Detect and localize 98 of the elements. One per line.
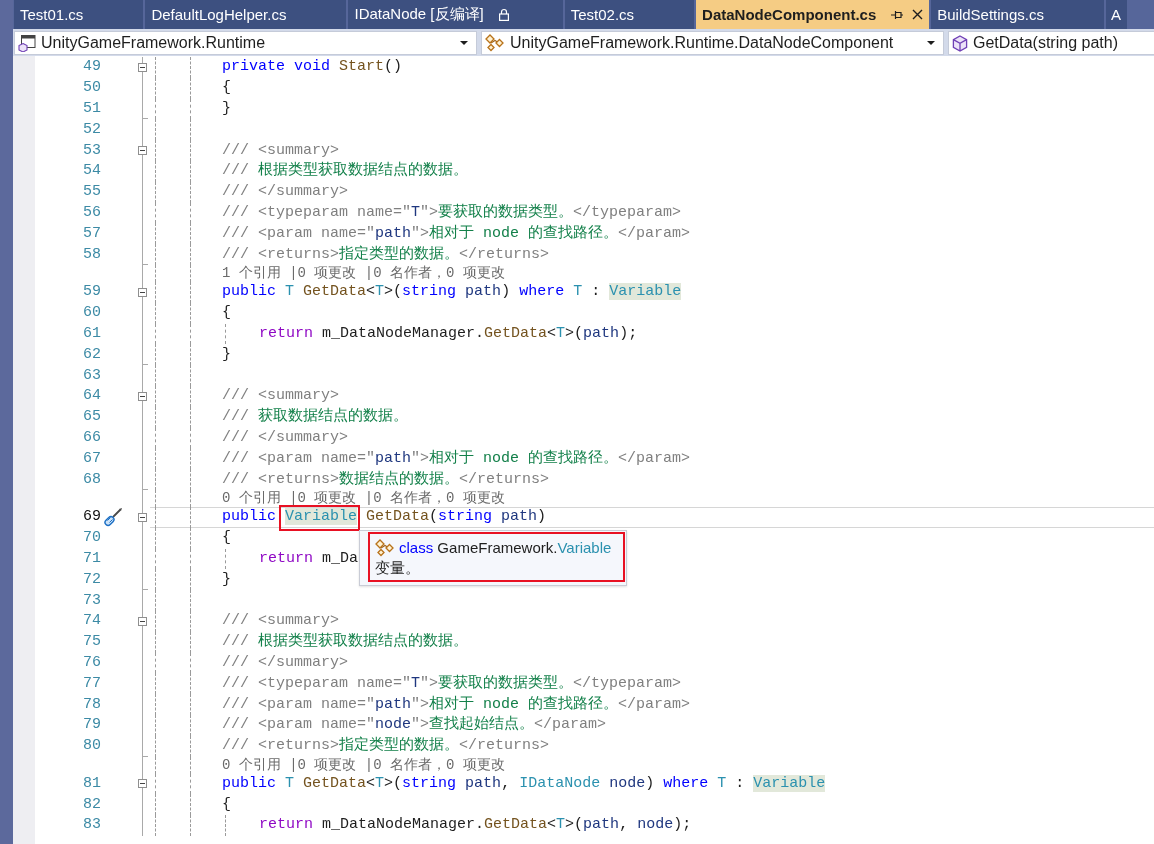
class-icon — [485, 34, 505, 52]
code-line: /// <returns>指定类型的数据。</returns> — [222, 244, 550, 265]
line-number: 82 — [83, 794, 101, 815]
code-line: { — [222, 303, 231, 324]
file-tab[interactable]: IDataNode [反编译] — [348, 0, 563, 29]
screwdriver-icon[interactable] — [103, 507, 123, 528]
code-line: { — [222, 528, 231, 549]
code-line: /// <param name="path">相对于 node 的查找路径。</param> — [222, 448, 691, 469]
line-number: 63 — [83, 365, 101, 386]
code-line: /// <param name="path">相对于 node 的查找路径。</param> — [222, 694, 691, 715]
line-number: 83 — [83, 815, 101, 836]
line-number: 66 — [83, 427, 101, 448]
navigation-dropdown[interactable]: UnityGameFramework.Runtime.DataNodeComponent — [481, 31, 944, 55]
code-line: } — [222, 569, 231, 590]
line-number: 62 — [83, 344, 101, 365]
code-line: /// <returns>数据结点的数据。</returns> — [222, 469, 550, 490]
codelens-info[interactable]: 1 个引用 |0 项更改 |0 名作者，0 项更改 — [222, 265, 505, 282]
collapse-icon[interactable] — [138, 616, 147, 626]
code-line: /// <summary> — [222, 611, 340, 632]
project-icon — [18, 34, 36, 52]
pin-icon[interactable] — [891, 9, 904, 20]
code-line: { — [222, 78, 231, 99]
file-tab[interactable]: A — [1106, 0, 1127, 29]
line-number: 79 — [83, 715, 101, 736]
codelens-info[interactable]: 0 个引用 |0 项更改 |0 名作者，0 项更改 — [222, 757, 505, 773]
caret-icon[interactable] — [460, 41, 468, 45]
codelens-info[interactable]: 0 个引用 |0 项更改 |0 名作者，0 项更改 — [222, 490, 505, 507]
line-number: 78 — [83, 694, 101, 715]
code-line: /// <param name="path">相对于 node 的查找路径。</param> — [222, 223, 691, 244]
code-line: { — [222, 794, 231, 815]
line-number: 80 — [83, 736, 101, 757]
line-number: 60 — [83, 303, 101, 324]
code-line: } — [222, 344, 231, 365]
file-tab[interactable]: Test01.cs — [14, 0, 144, 29]
line-number: 57 — [83, 223, 101, 244]
line-number: 67 — [83, 448, 101, 469]
line-number: 52 — [83, 119, 101, 140]
code-line: /// <typeparam name="T">要获取的数据类型。</typeparam> — [222, 673, 682, 694]
file-tab[interactable]: DefaultLogHelper.cs — [145, 0, 347, 29]
line-number: 65 — [83, 407, 101, 428]
line-number: 53 — [83, 140, 101, 161]
caret-icon[interactable] — [927, 41, 935, 45]
code-line: /// 根据类型获取数据结点的数据。 — [222, 632, 468, 653]
collapse-icon[interactable] — [138, 146, 147, 156]
collapse-icon[interactable] — [138, 512, 147, 522]
line-number: 64 — [83, 386, 101, 407]
line-number: 49 — [83, 57, 101, 78]
navigation-dropdown[interactable]: UnityGameFramework.Runtime — [14, 31, 477, 55]
collapse-icon[interactable] — [138, 391, 147, 401]
code-line: /// <typeparam name="T">要获取的数据类型。</typeparam> — [222, 202, 682, 223]
code-line: /// 根据类型获取数据结点的数据。 — [222, 161, 468, 182]
line-number: 51 — [83, 99, 101, 119]
tooltip-description: 变量。 — [375, 557, 420, 578]
file-tab[interactable]: Test02.cs — [564, 0, 695, 29]
code-line: /// <summary> — [222, 140, 340, 161]
code-line: } — [222, 99, 231, 119]
line-number: 73 — [83, 590, 101, 611]
code-line: return m_Da — [259, 548, 359, 569]
line-number: 59 — [83, 282, 101, 303]
line-number: 58 — [83, 244, 101, 265]
line-number: 71 — [83, 548, 101, 569]
code-line: /// 获取数据结点的数据。 — [222, 407, 408, 428]
file-tab[interactable]: DataNodeComponent.cs — [696, 0, 930, 29]
method-icon — [952, 34, 968, 52]
line-number: 72 — [83, 569, 101, 590]
line-number: 76 — [83, 652, 101, 673]
collapse-icon[interactable] — [138, 287, 147, 297]
line-number: 68 — [83, 469, 101, 490]
code-line: /// </summary> — [222, 182, 349, 203]
navigation-dropdown[interactable]: GetData(string path) — [948, 31, 1154, 55]
file-tab[interactable]: BuildSettings.cs — [931, 0, 1104, 29]
line-number: 56 — [83, 202, 101, 223]
line-number: 55 — [83, 182, 101, 203]
line-number: 69 — [83, 507, 101, 528]
code-line: /// </summary> — [222, 652, 349, 673]
code-line: public T GetData<T>(string path) where T : Variable — [222, 282, 682, 303]
code-line: private void Start() — [222, 57, 403, 78]
line-number: 54 — [83, 161, 101, 182]
line-number: 50 — [83, 78, 101, 99]
line-number: 77 — [83, 673, 101, 694]
code-line: public T GetData<T>(string path, IDataNode node) where T : Variable — [222, 773, 826, 794]
line-number: 75 — [83, 632, 101, 653]
line-number: 81 — [83, 773, 101, 794]
collapse-icon[interactable] — [138, 62, 147, 72]
collapse-icon[interactable] — [138, 779, 147, 789]
code-line: return m_DataNodeManager.GetData<T>(path); — [259, 323, 638, 344]
line-number: 70 — [83, 528, 101, 549]
line-number: 74 — [83, 611, 101, 632]
tooltip-signature: class GameFramework.Variable — [399, 537, 612, 558]
class-icon — [375, 538, 395, 557]
code-line: /// <summary> — [222, 386, 340, 407]
code-line: /// <returns>指定类型的数据。</returns> — [222, 736, 550, 757]
line-number: 61 — [83, 323, 101, 344]
close-icon[interactable] — [912, 9, 924, 20]
code-line: /// <param name="node">查找起始结点。</param> — [222, 715, 607, 736]
code-line: return m_DataNodeManager.GetData<T>(path, node); — [259, 815, 692, 836]
code-line: public Variable GetData(string path) — [222, 507, 547, 528]
code-line: /// </summary> — [222, 427, 349, 448]
